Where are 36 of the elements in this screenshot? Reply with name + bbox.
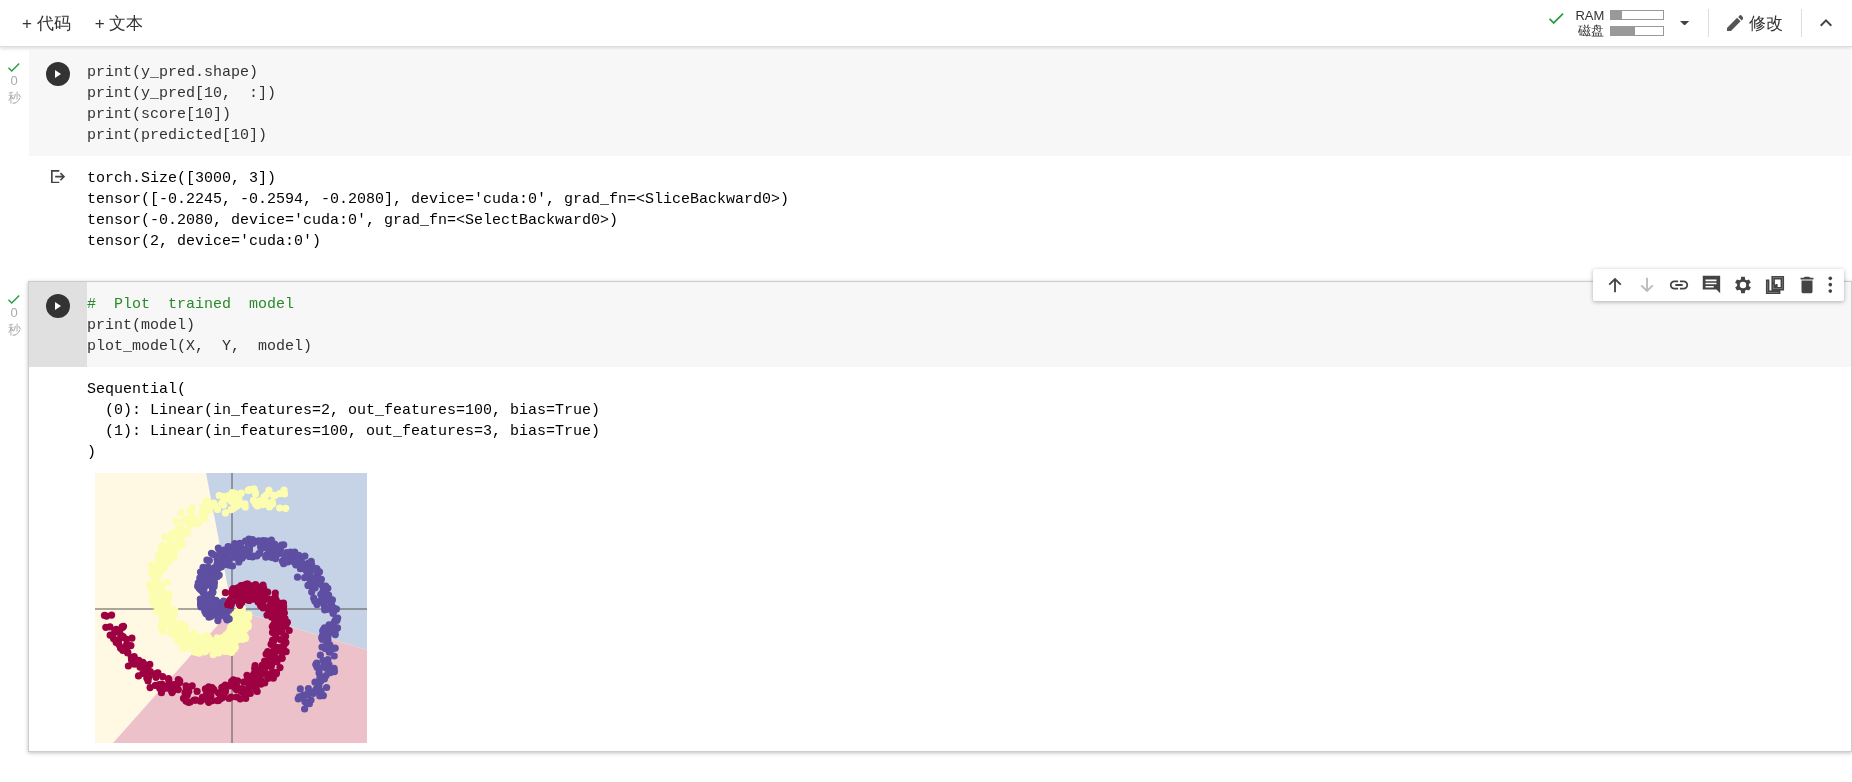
resources-button[interactable]: RAM 磁盘	[1543, 4, 1671, 42]
play-icon	[55, 302, 61, 310]
execution-time: 0	[10, 303, 18, 321]
time-unit: 秒	[7, 320, 21, 338]
copy-icon	[1764, 274, 1787, 296]
chevron-up-icon	[1820, 19, 1832, 27]
insert-button[interactable]: + 文本	[84, 5, 154, 41]
output-line: torch.Size([3000, 3])	[87, 169, 278, 189]
caret-icon	[1680, 20, 1690, 26]
meter-label: 磁盘	[1578, 23, 1605, 38]
time-unit: 秒	[7, 88, 21, 106]
insert-button[interactable]: + 代码	[12, 5, 81, 41]
output-line: tensor(-0.2080, device='cuda:0', grad_fn=<SelectBackward0>)	[87, 211, 620, 231]
output-line: tensor([-0.2245, -0.2594, -0.2080], device='cuda:0', grad_fn=<SliceBackward0>)	[87, 190, 790, 210]
output-line: Sequential(	[87, 380, 188, 400]
output-line: (1): Linear(in_features=100, out_features=3, bias=True)	[104, 422, 601, 442]
meter-label: RAM	[1575, 8, 1605, 23]
edit-button[interactable]: 修改	[1716, 5, 1793, 41]
run-button[interactable]	[46, 294, 70, 318]
code-line: print(score[10])	[87, 105, 233, 125]
output-line: )	[87, 443, 97, 463]
code-line: plot_model(X, Y, model)	[87, 337, 313, 357]
play-icon	[55, 70, 61, 78]
code-line: print(y_pred.shape)	[87, 63, 260, 83]
code-line: print(model)	[87, 316, 197, 336]
code-comment: # Plot trained model	[87, 295, 296, 315]
code-line: print(y_pred[10, :])	[87, 84, 277, 104]
pencil-icon	[1726, 14, 1743, 32]
more-icon	[1828, 276, 1833, 294]
output-line: tensor(2, device='cuda:0')	[87, 232, 323, 252]
notebook-cell[interactable]: # Plot trained model print(model) plot_model(X, Y, model) Sequential( (0): Linear(in_features=2, out_features=100, bias=True) (1): Linear(in_features=100, out_features=3, bias=True) )	[28, 281, 1852, 752]
code-line: print(predicted[10])	[87, 126, 269, 146]
execution-time: 0	[10, 71, 18, 89]
comment-icon	[1700, 274, 1723, 296]
output-line: (0): Linear(in_features=2, out_features=100, bias=True)	[104, 401, 601, 421]
run-button[interactable]	[46, 62, 70, 86]
